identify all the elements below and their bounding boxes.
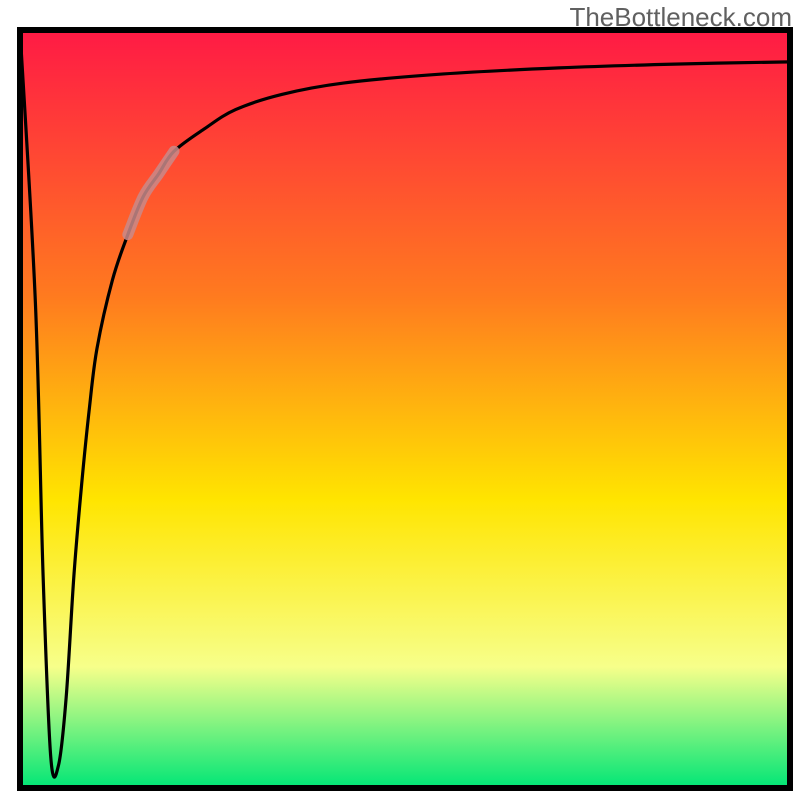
chart-container: TheBottleneck.com	[0, 0, 800, 800]
chart-svg	[0, 0, 800, 800]
plot-background	[20, 30, 790, 788]
